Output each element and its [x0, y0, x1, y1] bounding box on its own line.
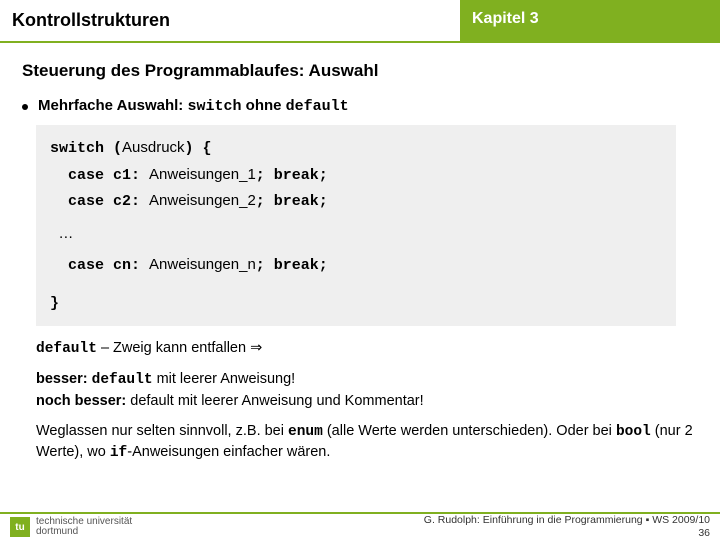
c2a: case c1: — [50, 167, 149, 184]
p3-g: -Anweisungen einfacher wären. — [127, 444, 330, 460]
p2-c: mit leerer Anweisung! — [153, 371, 296, 387]
code-box: switch (Ausdruck) { case c1: Anweisungen… — [36, 125, 676, 326]
content: Steuerung des Programmablaufes: Auswahl … — [0, 43, 720, 463]
para-default: default – Zweig kann entfallen ⇒ — [36, 338, 698, 359]
code-line-1: switch (Ausdruck) { — [50, 135, 662, 162]
c3b: Anweisungen_2 — [149, 192, 256, 209]
header-title-right: Kapitel 3 — [460, 0, 720, 41]
c3c: ; break; — [256, 193, 328, 210]
logo-line2: dortmund — [36, 527, 132, 538]
bullet-item: Mehrfache Auswahl: switch ohne default — [22, 97, 698, 115]
p2-b: default — [92, 372, 153, 388]
c2b: Anweisungen_1 — [149, 166, 256, 183]
header: Kontrollstrukturen Kapitel 3 — [0, 0, 720, 43]
logo: tu technische universität dortmund — [10, 517, 132, 538]
code-line-4: case cn: Anweisungen_n; break; — [50, 252, 662, 279]
p1-text: – Zweig kann entfallen ⇒ — [97, 340, 262, 356]
c4c: ; break; — [256, 257, 328, 274]
p3-d: bool — [616, 424, 651, 440]
footer-right: G. Rudolph: Einführung in die Programmie… — [424, 514, 710, 539]
bullet-mid: ohne — [242, 97, 286, 114]
footer: tu technische universität dortmund G. Ru… — [0, 514, 720, 540]
p3-c: (alle Werte werden unterschieden). Oder … — [323, 423, 616, 439]
code-line-2: case c1: Anweisungen_1; break; — [50, 162, 662, 189]
bullet-code2: default — [286, 98, 349, 115]
c3a: case c2: — [50, 193, 149, 210]
c4b: Anweisungen_n — [149, 256, 256, 273]
p3-b: enum — [288, 424, 323, 440]
logo-mark-icon: tu — [10, 517, 30, 537]
p3-a: Weglassen nur selten sinnvoll, z.B. bei — [36, 423, 288, 439]
logo-text: technische universität dortmund — [36, 517, 132, 538]
p2-e: default mit leerer Anweisung und Komment… — [126, 393, 423, 409]
code-line-dots: … — [50, 221, 662, 247]
para-besser: besser: default mit leerer Anweisung! no… — [36, 369, 698, 411]
bullet-code1: switch — [187, 98, 241, 115]
footer-page: 36 — [424, 527, 710, 540]
code-line-3: case c2: Anweisungen_2; break; — [50, 188, 662, 215]
c4a: case cn: — [50, 257, 149, 274]
p2-a: besser: — [36, 371, 92, 387]
header-title-left: Kontrollstrukturen — [0, 0, 460, 41]
footer-line1: G. Rudolph: Einführung in die Programmie… — [424, 514, 710, 527]
c2c: ; break; — [256, 167, 328, 184]
bullet-dot-icon — [22, 104, 28, 110]
bullet-prefix: Mehrfache Auswahl: — [38, 97, 187, 114]
subtitle: Steuerung des Programmablaufes: Auswahl — [22, 61, 698, 81]
bullet-text: Mehrfache Auswahl: switch ohne default — [38, 97, 349, 115]
c1c: ) { — [185, 140, 212, 157]
p3-f: if — [110, 445, 127, 461]
p2-d: noch besser: — [36, 393, 126, 409]
c1a: switch ( — [50, 140, 122, 157]
code-line-end: } — [50, 291, 662, 317]
para-weglassen: Weglassen nur selten sinnvoll, z.B. bei … — [36, 421, 698, 464]
p1-code: default — [36, 341, 97, 357]
c1b: Ausdruck — [122, 139, 185, 156]
